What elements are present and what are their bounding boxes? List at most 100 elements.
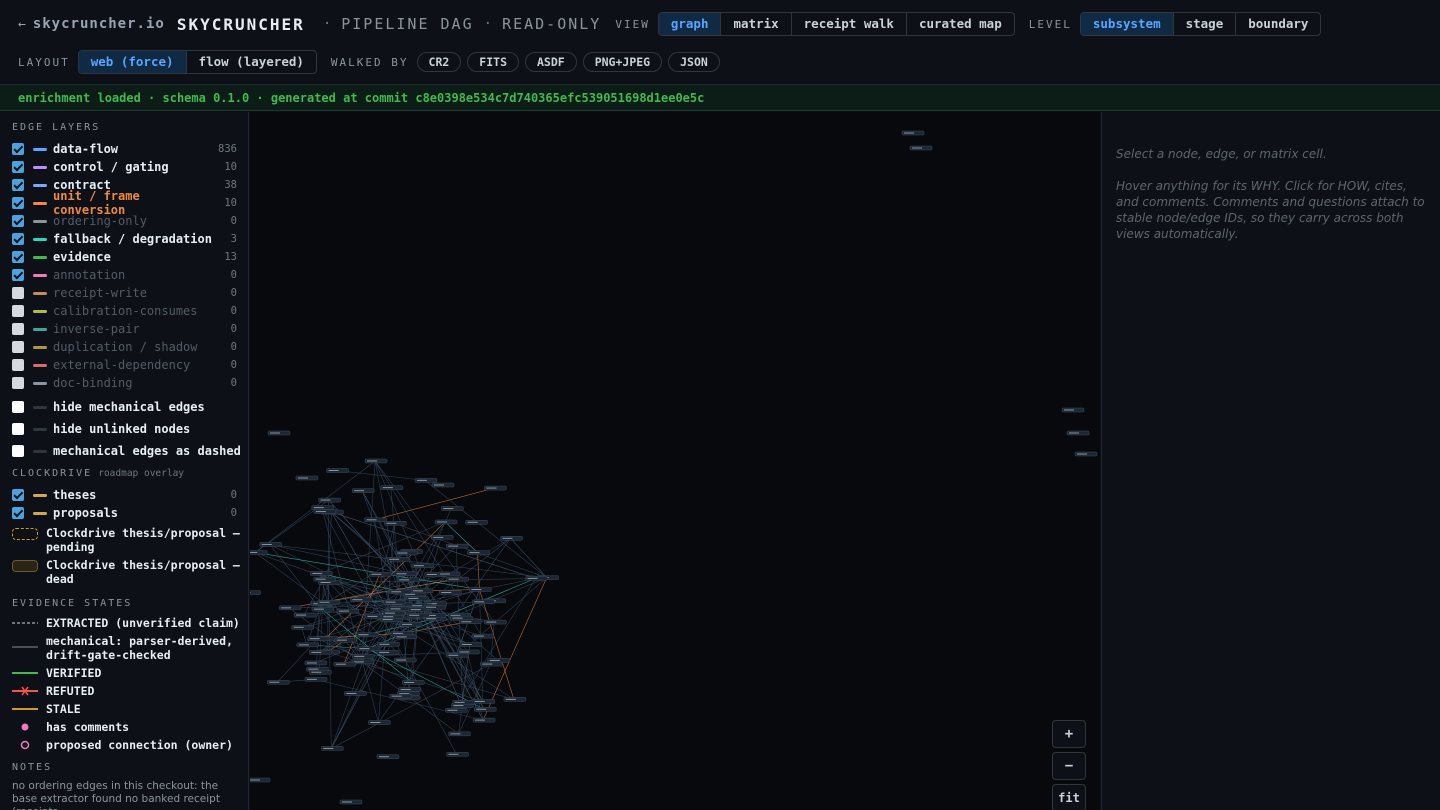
view-matrix-button[interactable]: matrix	[721, 13, 792, 35]
edge-layer-count: 0	[230, 323, 237, 335]
edge-layer-checkbox[interactable]	[12, 305, 24, 317]
edge-layer-row[interactable]: unit / frame conversion 10	[12, 189, 237, 217]
dag-graph[interactable]	[250, 112, 1100, 810]
graph-edge[interactable]	[336, 470, 426, 481]
zoom-out-button[interactable]: −	[1052, 752, 1086, 780]
graph-edge[interactable]	[301, 627, 308, 645]
edge-layer-row[interactable]: receipt-write 0	[12, 284, 237, 302]
edge-option-row[interactable]: mechanical edges as dashed	[12, 440, 248, 462]
graph-node-label	[475, 719, 486, 721]
edge-layer-count: 3	[230, 233, 237, 245]
walked-cr2-chip[interactable]: CR2	[416, 52, 462, 72]
edge-layer-row[interactable]: data-flow 836	[12, 140, 237, 158]
clockdrive-checkbox[interactable]	[12, 489, 24, 501]
zoom-fit-button[interactable]: fit	[1052, 784, 1086, 810]
clockdrive-row[interactable]: theses 0	[12, 486, 237, 504]
edge-layer-row[interactable]: duplication / shadow 0	[12, 338, 237, 356]
edge-layer-row[interactable]: evidence 13	[12, 248, 237, 266]
level-subsystem-button[interactable]: subsystem	[1080, 13, 1174, 35]
graph-edge[interactable]	[479, 589, 515, 700]
edge-layer-checkbox[interactable]	[12, 323, 24, 335]
evidence-state-row: EXTRACTED (unverified claim)	[12, 616, 248, 630]
walked-asdf-chip[interactable]: ASDF	[525, 52, 577, 72]
edge-layer-checkbox[interactable]	[12, 179, 24, 191]
header-row-title: ← skycruncher.io SKYCRUNCHER · PIPELINE …	[18, 12, 1322, 36]
edge-layer-checkbox[interactable]	[12, 161, 24, 173]
zoom-in-button[interactable]: +	[1052, 720, 1086, 748]
graph-canvas[interactable]: + − fit	[250, 112, 1100, 810]
edge-layer-checkbox[interactable]	[12, 197, 24, 209]
clockdrive-subtitle: roadmap overlay	[98, 468, 185, 479]
walked-fits-chip[interactable]: FITS	[467, 52, 519, 72]
graph-edge[interactable]	[319, 579, 324, 673]
edge-layer-checkbox[interactable]	[12, 269, 24, 281]
clockdrive-checkbox[interactable]	[12, 507, 24, 519]
graph-edge[interactable]	[327, 500, 329, 653]
edge-layer-row[interactable]: control / gating 10	[12, 158, 237, 176]
edge-layer-row[interactable]: annotation 0	[12, 266, 237, 284]
graph-edge[interactable]	[424, 480, 547, 578]
evidence-state-label: VERIFIED	[46, 666, 102, 680]
level-stage-button[interactable]: stage	[1174, 13, 1237, 35]
edge-option-checkbox[interactable]	[12, 423, 24, 435]
graph-node-label	[396, 636, 407, 638]
edge-layer-checkbox[interactable]	[12, 341, 24, 353]
evidence-state-label: mechanical: parser-derived, drift-gate-c…	[46, 634, 233, 662]
edge-layer-row[interactable]: external-dependency 0	[12, 356, 237, 374]
edge-layer-checkbox[interactable]	[12, 143, 24, 155]
graph-node-label	[371, 573, 382, 575]
walked-png-jpeg-chip[interactable]: PNG+JPEG	[582, 52, 663, 72]
edge-option-row[interactable]: hide mechanical edges	[12, 396, 248, 418]
graph-node-label	[489, 659, 500, 661]
edge-layer-row[interactable]: ordering-only 0	[12, 212, 237, 230]
graph-node-label	[413, 565, 424, 567]
layout-force-button[interactable]: web (force)	[78, 51, 187, 73]
edge-layer-row[interactable]: fallback / degradation 3	[12, 230, 237, 248]
clockdrive-count: 0	[230, 507, 237, 519]
view-curated-map-button[interactable]: curated map	[907, 13, 1014, 35]
back-arrow-icon[interactable]: ←	[18, 17, 26, 32]
edge-option-checkbox[interactable]	[12, 401, 24, 413]
edge-layer-name: calibration-consumes	[53, 304, 198, 318]
clockdrive-dead-legend: Clockdrive thesis/proposal — dead	[12, 558, 248, 586]
graph-edge[interactable]	[490, 622, 495, 665]
title-separator: ·	[483, 16, 493, 32]
level-boundary-button[interactable]: boundary	[1236, 13, 1320, 35]
graph-node-label	[354, 655, 365, 657]
edge-layer-row[interactable]: inverse-pair 0	[12, 320, 237, 338]
walked-json-chip[interactable]: JSON	[668, 52, 720, 72]
edge-layer-checkbox[interactable]	[12, 251, 24, 263]
edge-layer-swatch	[33, 327, 47, 331]
edge-layer-row[interactable]: doc-binding 0	[12, 374, 237, 392]
graph-node-label	[527, 577, 538, 579]
graph-node-label	[452, 617, 463, 619]
edge-option-row[interactable]: hide unlinked nodes	[12, 418, 248, 440]
site-link[interactable]: skycruncher.io	[33, 16, 165, 32]
detail-hint: Hover anything for its WHY. Click for HO…	[1116, 179, 1425, 241]
clockdrive-title: CLOCKDRIVE	[12, 468, 93, 479]
graph-edge[interactable]	[433, 615, 485, 710]
clockdrive-row[interactable]: proposals 0	[12, 504, 237, 522]
graph-node-label	[441, 591, 452, 593]
level-label: LEVEL	[1028, 17, 1072, 31]
graph-node-label	[382, 619, 393, 621]
layout-layered-button[interactable]: flow (layered)	[187, 51, 316, 73]
evidence-state-row: has comments	[12, 720, 248, 734]
edge-layer-checkbox[interactable]	[12, 359, 24, 371]
view-receipt-walk-button[interactable]: receipt walk	[792, 13, 907, 35]
graph-node-label	[390, 608, 401, 610]
graph-node-label	[261, 543, 272, 545]
edge-layers-heading: EDGE LAYERS	[12, 122, 101, 133]
graph-node-label	[250, 779, 260, 781]
view-graph-button[interactable]: graph	[658, 13, 722, 35]
graph-node[interactable]	[250, 590, 261, 595]
graph-node-label	[308, 668, 319, 670]
graph-node-label	[454, 701, 465, 703]
edge-layer-count: 0	[230, 287, 237, 299]
edge-layer-checkbox[interactable]	[12, 215, 24, 227]
edge-layer-row[interactable]: calibration-consumes 0	[12, 302, 237, 320]
edge-option-checkbox[interactable]	[12, 445, 24, 457]
edge-layer-checkbox[interactable]	[12, 233, 24, 245]
edge-layer-checkbox[interactable]	[12, 377, 24, 389]
edge-layer-checkbox[interactable]	[12, 287, 24, 299]
